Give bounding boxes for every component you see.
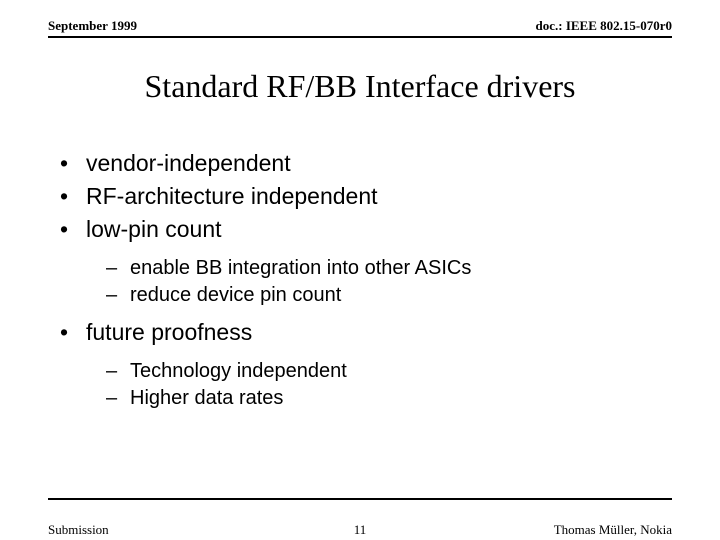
footer-author: Thomas Müller, Nokia <box>554 522 672 538</box>
footer-rule <box>48 498 672 500</box>
bullet-level1: •RF-architecture independent <box>60 183 660 210</box>
bullet-text: Technology independent <box>130 360 347 383</box>
bullet-level2: –reduce device pin count <box>106 284 660 307</box>
header-rule <box>48 36 672 38</box>
slide: September 1999 doc.: IEEE 802.15-070r0 S… <box>0 0 720 540</box>
bullet-level1: •future proofness <box>60 319 660 346</box>
bullet-text: RF-architecture independent <box>86 183 378 210</box>
header: September 1999 doc.: IEEE 802.15-070r0 <box>48 18 672 34</box>
bullet-text: reduce device pin count <box>130 284 341 307</box>
bullet-text: enable BB integration into other ASICs <box>130 257 471 280</box>
header-date: September 1999 <box>48 18 137 34</box>
header-doc-id: doc.: IEEE 802.15-070r0 <box>536 18 673 34</box>
bullet-text: low-pin count <box>86 216 222 243</box>
bullet-level2: –Technology independent <box>106 360 660 383</box>
bullet-text: future proofness <box>86 319 252 346</box>
slide-title: Standard RF/BB Interface drivers <box>0 68 720 105</box>
slide-body: •vendor-independent •RF-architecture ind… <box>60 150 660 414</box>
bullet-level1: •vendor-independent <box>60 150 660 177</box>
bullet-level1: •low-pin count <box>60 216 660 243</box>
bullet-level2: –Higher data rates <box>106 387 660 410</box>
bullet-text: Higher data rates <box>130 387 283 410</box>
bullet-level2: –enable BB integration into other ASICs <box>106 257 660 280</box>
bullet-text: vendor-independent <box>86 150 291 177</box>
